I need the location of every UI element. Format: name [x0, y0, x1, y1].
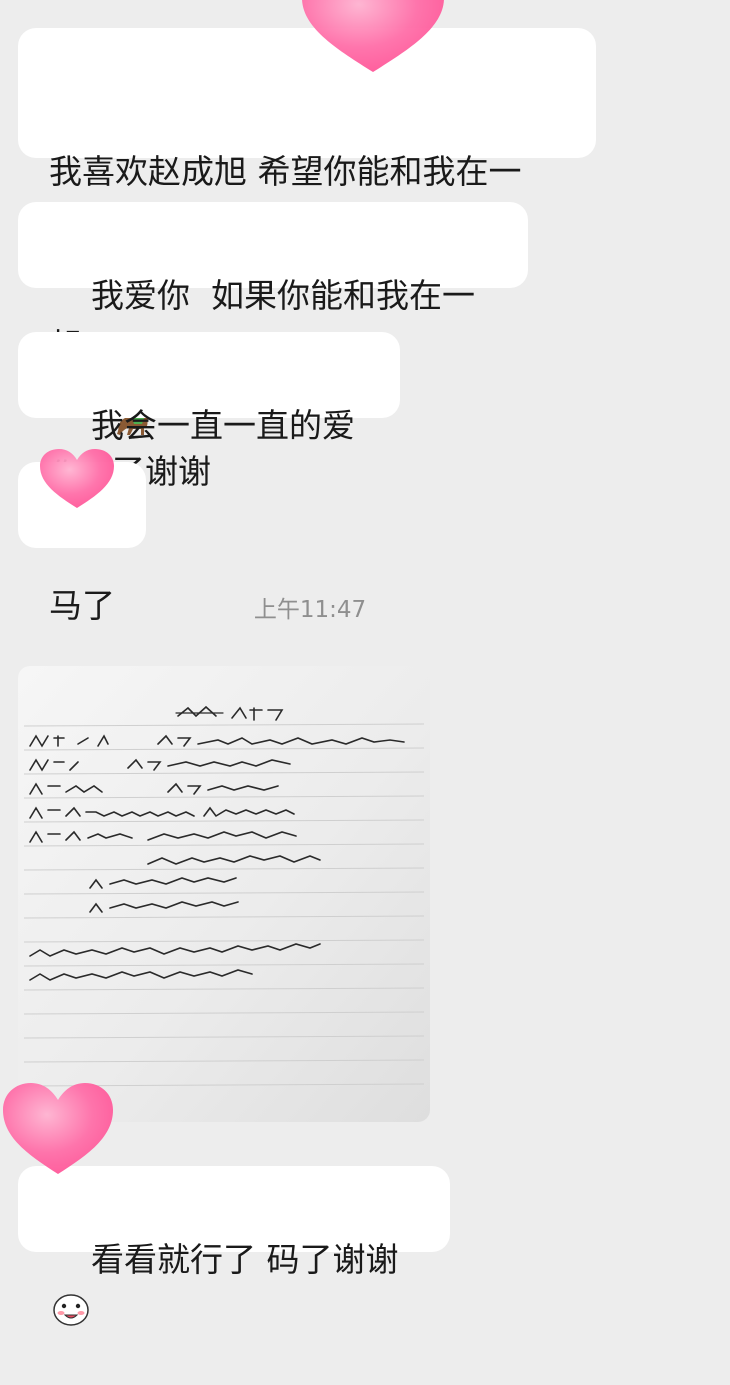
heart-sticker-icon	[40, 449, 114, 508]
note-paper-image	[18, 666, 430, 1122]
chat-view: 我喜欢赵成旭 希望你能和我在一 起 了谢谢 我爱你 如果你能和我在一起 我会一直…	[0, 0, 730, 1326]
message-5-text: 看看就行了 码了谢谢	[90, 1240, 399, 1279]
heart-sticker-icon	[302, 0, 444, 72]
message-bubble-5[interactable]: 看看就行了 码了谢谢	[18, 1166, 450, 1326]
message-bubble-3[interactable]: 我会一直一直的爱你	[18, 332, 400, 495]
message-timestamp: 上午11:47	[253, 597, 367, 623]
handwritten-note-photo[interactable]	[18, 666, 430, 1122]
message-1-line-1: 我喜欢赵成旭 希望你能和我在一	[49, 152, 522, 191]
message-bubble-2[interactable]: 我爱你 如果你能和我在一起	[18, 202, 528, 365]
smiling-face-emoji-icon	[53, 1294, 89, 1326]
heart-sticker-icon	[3, 1083, 113, 1174]
